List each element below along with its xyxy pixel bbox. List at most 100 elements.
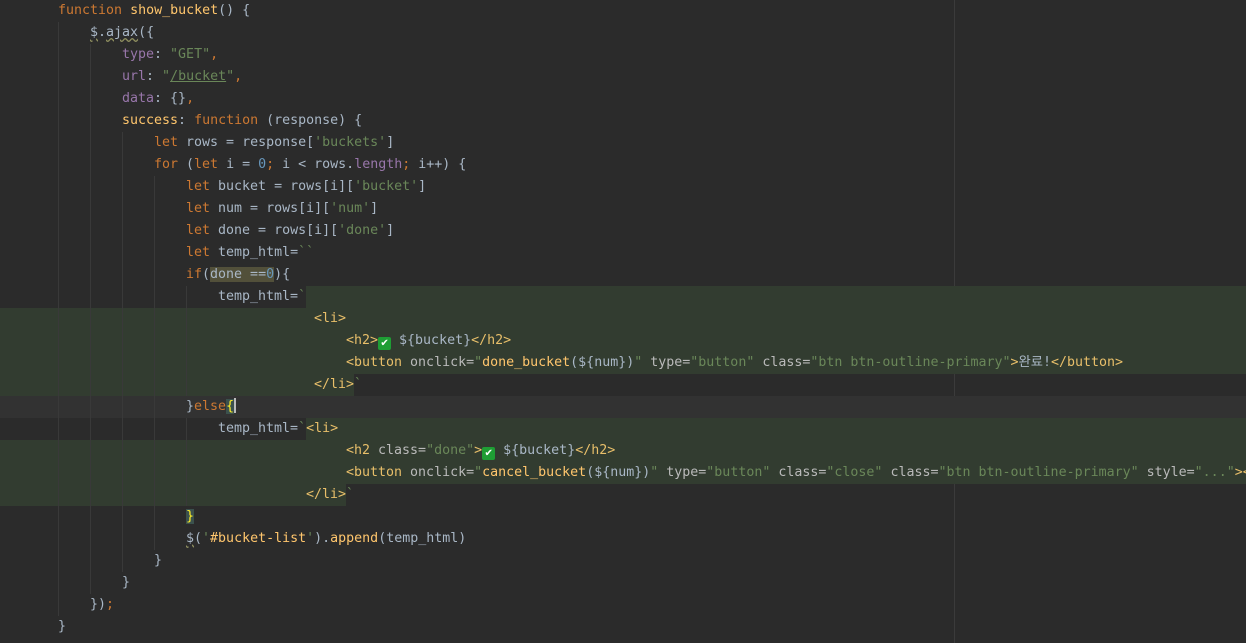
code-token: ' bbox=[202, 531, 211, 546]
code-token: </li> bbox=[306, 487, 347, 502]
code-token: </li> bbox=[314, 377, 355, 392]
code-token: style= bbox=[1138, 465, 1195, 480]
code-token: cancel_bucket bbox=[482, 465, 587, 480]
code-line[interactable]: temp_html=` bbox=[0, 286, 1246, 308]
code-line[interactable]: }else{ bbox=[0, 396, 1246, 418]
code-token: , bbox=[234, 69, 243, 84]
indent-guide bbox=[58, 308, 59, 330]
code-line[interactable]: <h2> ✔ ${bucket}</h2> bbox=[0, 330, 1246, 352]
code-line[interactable]: <h2 class="done"> ✔ ${bucket}</h2> bbox=[0, 440, 1246, 462]
indent-guide bbox=[154, 396, 155, 418]
code-line[interactable]: temp_html=`<li> bbox=[0, 418, 1246, 440]
indent-guide bbox=[90, 440, 91, 462]
code-token: `` bbox=[298, 245, 315, 260]
code-token: function bbox=[194, 113, 267, 128]
code-line[interactable]: $.ajax({ bbox=[0, 22, 1246, 44]
code-line[interactable]: url: "/bucket", bbox=[0, 66, 1246, 88]
code-line[interactable]: let rows = response['buckets'] bbox=[0, 132, 1246, 154]
code-line[interactable]: <li> bbox=[0, 308, 1246, 330]
indent-guide bbox=[154, 352, 155, 374]
indent-guide bbox=[186, 418, 187, 440]
code-token: url bbox=[122, 69, 147, 84]
indent-guide bbox=[58, 132, 59, 154]
indent-guide bbox=[90, 506, 91, 528]
indent-guide bbox=[90, 308, 91, 330]
indent-guide bbox=[186, 484, 187, 506]
indent-guide bbox=[186, 374, 187, 396]
code-line[interactable]: <button onclick="cancel_bucket(${num})" … bbox=[0, 462, 1246, 484]
code-token: </h2> bbox=[471, 333, 512, 348]
indent-guide bbox=[90, 396, 91, 418]
code-line[interactable]: let bucket = rows[i]['bucket'] bbox=[0, 176, 1246, 198]
code-line[interactable]: let temp_html=`` bbox=[0, 242, 1246, 264]
code-token: , bbox=[186, 91, 195, 106]
code-token: #bucket-list bbox=[210, 531, 307, 546]
code-token: let bbox=[186, 223, 219, 238]
indent-guide bbox=[58, 528, 59, 550]
code-line[interactable]: } bbox=[0, 572, 1246, 594]
code-token: ] bbox=[370, 201, 379, 216]
code-line[interactable]: $('#bucket-list').append(temp_html) bbox=[0, 528, 1246, 550]
code-line[interactable]: data: {}, bbox=[0, 88, 1246, 110]
code-line[interactable]: type: "GET", bbox=[0, 44, 1246, 66]
code-line[interactable]: } bbox=[0, 550, 1246, 572]
indent-guide bbox=[90, 462, 91, 484]
code-token: temp_html= bbox=[218, 245, 299, 260]
code-line[interactable]: </li>` bbox=[0, 374, 1246, 396]
code-token: "btn btn-outline-primary" bbox=[938, 465, 1139, 480]
indent-guide bbox=[58, 550, 59, 572]
code-line[interactable]: let done = rows[i]['done'] bbox=[0, 220, 1246, 242]
code-token: <button bbox=[346, 355, 411, 370]
indent-guide bbox=[90, 220, 91, 242]
code-line[interactable]: if(done ==0){ bbox=[0, 264, 1246, 286]
code-line[interactable]: function show_bucket() { bbox=[0, 0, 1246, 22]
indent-guide bbox=[58, 154, 59, 176]
code-token: type= bbox=[658, 465, 707, 480]
indent-guide bbox=[58, 330, 59, 352]
code-token: ( bbox=[194, 531, 203, 546]
indent-guide bbox=[90, 374, 91, 396]
code-token: } bbox=[186, 399, 195, 414]
indent-guide bbox=[90, 110, 91, 132]
code-token: }) bbox=[90, 597, 107, 612]
code-token: > bbox=[1010, 355, 1019, 370]
code-line[interactable]: success: function (response) { bbox=[0, 110, 1246, 132]
indent-guide bbox=[154, 264, 155, 286]
indent-guide bbox=[90, 198, 91, 220]
code-token: 'buckets' bbox=[314, 135, 387, 150]
code-token: length bbox=[354, 157, 403, 172]
check-mark-icon: ✔ bbox=[482, 447, 496, 460]
code-token: ){ bbox=[274, 267, 291, 282]
indent-guide bbox=[58, 220, 59, 242]
code-token: ; bbox=[402, 157, 419, 172]
indent-guide bbox=[90, 154, 91, 176]
code-line[interactable]: let num = rows[i]['num'] bbox=[0, 198, 1246, 220]
matched-brace: { bbox=[226, 399, 235, 414]
code-token: ${bucket} bbox=[391, 333, 472, 348]
code-token: ] bbox=[386, 135, 395, 150]
code-line[interactable]: } bbox=[0, 506, 1246, 528]
code-token: " bbox=[474, 355, 483, 370]
code-editor[interactable]: function show_bucket() {$.ajax({type: "G… bbox=[0, 0, 1246, 643]
code-line[interactable]: }); bbox=[0, 594, 1246, 616]
indent-guide bbox=[154, 462, 155, 484]
code-token: num = rows[i][ bbox=[218, 201, 331, 216]
code-token: ; bbox=[266, 157, 283, 172]
code-token: function bbox=[58, 3, 131, 18]
code-token: rows = response[ bbox=[186, 135, 315, 150]
code-line[interactable]: for (let i = 0; i < rows.length; i++) { bbox=[0, 154, 1246, 176]
code-token: done_bucket bbox=[482, 355, 571, 370]
indent-guide bbox=[58, 374, 59, 396]
code-token: 0 bbox=[266, 267, 275, 282]
code-token: bucket = rows[i][ bbox=[218, 179, 355, 194]
code-line[interactable]: <button onclick="done_bucket(${num})" ty… bbox=[0, 352, 1246, 374]
code-token: let bbox=[186, 245, 219, 260]
code-token: "btn btn-outline-primary" bbox=[810, 355, 1011, 370]
indent-guide bbox=[90, 264, 91, 286]
indent-guide bbox=[90, 176, 91, 198]
code-line[interactable]: } bbox=[0, 616, 1246, 638]
code-token: (${num}) bbox=[570, 355, 635, 370]
indent-guide bbox=[122, 308, 123, 330]
code-line[interactable]: </li>` bbox=[0, 484, 1246, 506]
code-token: $ bbox=[186, 531, 195, 546]
